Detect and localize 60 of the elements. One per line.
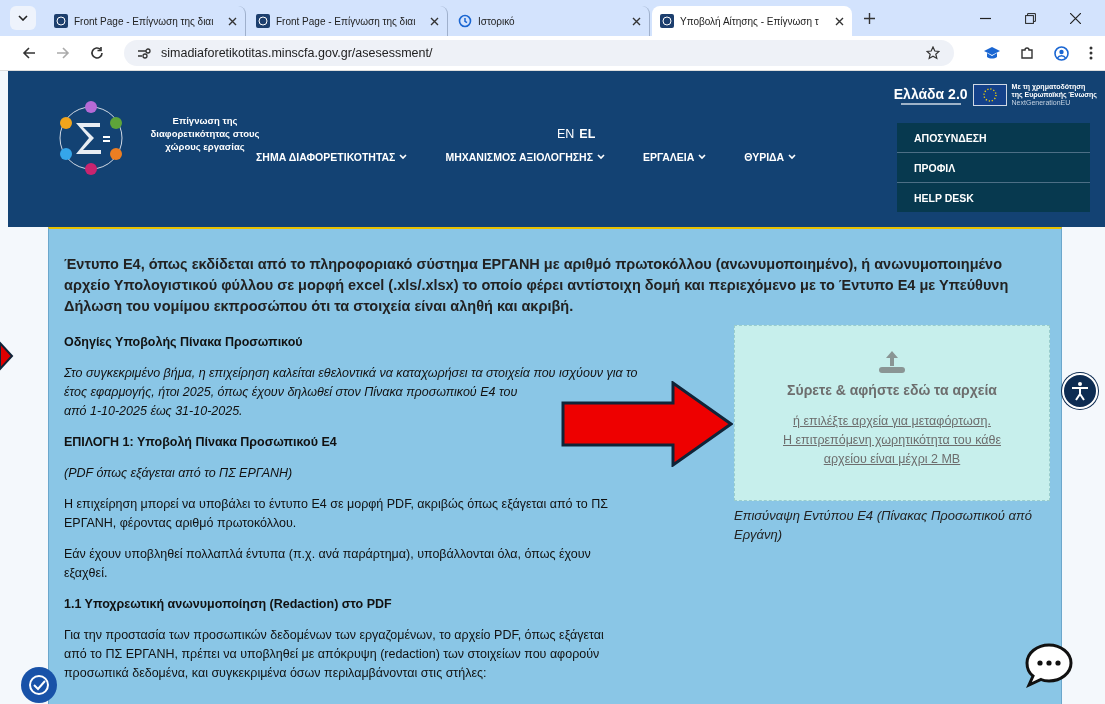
account-menu-item[interactable]: HELP DESK	[897, 183, 1090, 212]
paragraph: Εάν έχουν υποβληθεί πολλαπλά έντυπα (π.χ. ανά παράρτημα), υποβάλλονται όλα, όπως έχουν εξαχθεί.	[64, 546, 592, 582]
intro-text: Έντυπο Ε4, όπως εκδίδεται από το πληροφοριακό σύστημα ΕΡΓΑΝΗ με αριθμό πρωτοκόλλου (ανωνυμοποιημένο), ή ανωνυμοποιημένο αρχείο Υπολογιστικού φύλλου σε μορφή excel (.xls/.xlsx) το οποίο φέρει αντίστοιχη δομή και περιεχόμενο με το Έντυπο Ε4 με Υπεύθυνη Δήλωση του νομίμου εκπροσώπου ότι τα στοιχεία είναι αληθή και ακριβή.	[64, 255, 1010, 316]
reload-icon[interactable]	[90, 46, 104, 60]
back-icon[interactable]	[22, 46, 36, 60]
section-heading: 1.1 Υποχρεωτική ανωνυμοποίηση (Redaction) στο PDF	[64, 596, 393, 613]
favicon-icon	[256, 14, 270, 28]
new-tab-icon[interactable]	[864, 12, 875, 24]
caret-icon	[399, 154, 408, 160]
close-tab-icon[interactable]	[228, 16, 237, 26]
caret-icon	[788, 154, 797, 160]
nav-menu-item[interactable]: ΜΗΧΑΝΙΣΜΟΣ ΑΞΙΟΛΟΓΗΣΗΣ	[445, 151, 605, 163]
account-menu-item[interactable]: ΠΡΟΦΙΛ	[897, 153, 1090, 183]
extensions-icon[interactable]	[1020, 46, 1034, 60]
arrow-icon	[561, 381, 733, 467]
italic-note: (PDF όπως εξάγεται από το ΠΣ ΕΡΓΑΝΗ)	[64, 465, 294, 482]
restore-icon[interactable]	[1025, 12, 1036, 24]
choose-files-link[interactable]: ή επιλέξτε αρχεία για μεταφόρτωση. Η επιτρεπόμενη χωρητικότητα του κάθε αρχείου είναι μέχρι 2 MB	[783, 412, 1001, 469]
language-link[interactable]: EL	[579, 127, 596, 141]
section-heading: Οδηγίες Υποβολής Πίνακα Προσωπικού	[64, 334, 304, 351]
close-tab-icon[interactable]	[835, 16, 844, 26]
bookmark-star-icon[interactable]	[926, 46, 940, 60]
graduation-cap-icon[interactable]	[984, 46, 1000, 60]
greece-logo: Ελλάδα 2.0	[893, 85, 968, 105]
account-menu-item[interactable]: ΑΠΟΣΥΝΔΕΣΗ	[897, 123, 1090, 153]
nav-menu-item[interactable]: ΘΥΡΙΔΑ	[744, 151, 797, 163]
profile-icon[interactable]	[1054, 45, 1069, 61]
language-link[interactable]: EN	[556, 127, 575, 141]
menu-icon[interactable]	[1089, 46, 1093, 60]
close-icon[interactable]	[1070, 12, 1081, 24]
caret-icon	[698, 154, 707, 160]
caret-icon	[597, 154, 605, 160]
chat-bubble-icon	[1024, 642, 1074, 688]
browser-tab[interactable]: Υποβολή Αίτησης - Επίγνωση τ	[652, 6, 852, 36]
paragraph: Για την προστασία των προσωπικών δεδομένων των εργαζομένων, το αρχείο PDF, όπως εξάγεται από το ΠΣ ΕΡΓΑΝΗ, πρέπει να υποβληθεί με απόκρυψη (redaction) των στοιχείων που αφορούν προσωπικά δεδομένα, και συγκεκριμένα όσων περιλαμβάνονται στις στήλες:	[64, 627, 605, 682]
address-bar[interactable]: simadiaforetikotitas.minscfa.gov.gr/asesessment/	[124, 40, 954, 66]
upload-icon	[877, 350, 907, 374]
section-heading: ΕΠΙΛΟΓΗ 1: Υποβολή Πίνακα Προσωπικού Ε4	[64, 434, 338, 451]
tab-list-button[interactable]	[10, 6, 36, 30]
close-tab-icon[interactable]	[430, 16, 439, 26]
caret-icon	[18, 15, 28, 21]
accessibility-button[interactable]	[1062, 373, 1098, 409]
accessibility-icon	[1069, 380, 1091, 402]
arrow-icon	[0, 341, 14, 371]
nav-menu-item[interactable]: ΣΗΜΑ ΔΙΑΦΟΡΕΤΙΚΟΤΗΤΑΣ	[256, 151, 408, 163]
eu-flag-icon	[972, 84, 1007, 106]
checkmark-icon	[27, 673, 51, 697]
cookie-settings-button[interactable]	[21, 667, 57, 703]
site-settings-icon[interactable]	[138, 47, 151, 59]
italic-note: Στο συγκεκριμένο βήμα, η επιχείρηση καλείται εθελοντικά να καταχωρήσει τα στοιχεία που ισχύουν για το έτος εφαρμογής, ήτοι 2025, όπως έχουν δηλωθεί στον Πίνακα προσωπικού Ε4 του από 1-10-2025 έως 31-10-2025.	[64, 365, 639, 420]
site-name[interactable]: Επίγνωση της διαφορετικότητας στους χώρους εργασίας	[150, 113, 260, 153]
history-icon	[458, 14, 472, 28]
favicon-icon	[54, 14, 68, 28]
nav-menu-item[interactable]: ΕΡΓΑΛΕΙΑ	[643, 151, 707, 163]
upload-caption: Επισύναψη Εντύπου Ε4 (Πίνακας Προσωπικού από Εργάνη)	[734, 507, 1033, 544]
paragraph: Η επιχείρηση μπορεί να υποβάλει το έντυπο Ε4 σε μορφή PDF, ακριβώς όπως εξάγεται από το ΠΣ ΕΡΓΑΝΗ, φέροντας αριθμό πρωτοκόλλου.	[64, 496, 609, 532]
drop-zone-title: Σύρετε & αφήστε εδώ τα αρχεία	[787, 382, 997, 398]
file-drop-zone[interactable]: Σύρετε & αφήστε εδώ τα αρχεία ή επιλέξτε αρχεία για μεταφόρτωση. Η επιτρεπόμενη χωρητικότητα του κάθε αρχείου είναι μέχρι 2 MB	[734, 325, 1050, 501]
favicon-icon	[660, 14, 674, 28]
close-tab-icon[interactable]	[632, 16, 641, 26]
